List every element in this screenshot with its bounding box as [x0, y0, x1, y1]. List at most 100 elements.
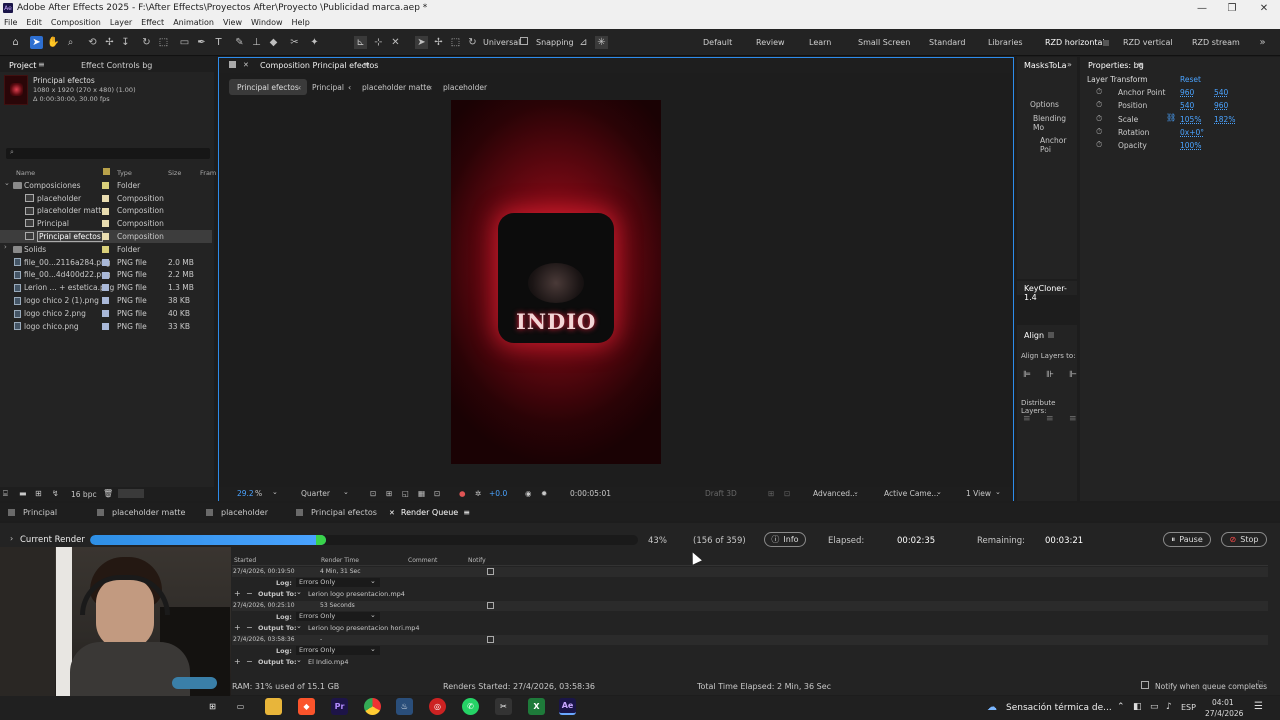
link-icon[interactable]: ⛓ [1166, 113, 1176, 122]
label-color-swatch[interactable] [102, 284, 109, 292]
tab-render-queue[interactable]: ✕ Render Queue ≡ [389, 508, 470, 517]
log-select[interactable]: Errors Only [296, 578, 380, 587]
reset-button[interactable]: Reset [1180, 75, 1201, 84]
lock-icon[interactable] [229, 61, 236, 68]
layer-transform-heading[interactable]: Layer Transform [1087, 75, 1148, 84]
project-item-row[interactable]: logo chico 2.png PNG file 40 KB [0, 307, 212, 320]
tab-effect-controls[interactable]: Effect Controls bg [81, 61, 152, 70]
project-item-row[interactable]: logo chico.png PNG file 33 KB [0, 320, 212, 333]
property-value[interactable]: 100% [1180, 141, 1201, 150]
3d-ground-plane-icon[interactable]: ⊞ [768, 489, 774, 498]
puppet-tool-icon[interactable]: ✦ [308, 36, 321, 49]
render-queue-menu-icon[interactable]: ≡ [463, 508, 470, 517]
project-menu-icon[interactable]: ≡ [38, 60, 45, 69]
tab-composition[interactable]: Composition Principal efectos [260, 61, 378, 70]
rectangle-tool-icon[interactable]: ▭ [178, 36, 191, 49]
property-value[interactable]: 105% [1180, 115, 1201, 124]
label-color-swatch[interactable] [102, 182, 109, 189]
interpret-footage-icon[interactable]: ⌸ [3, 489, 8, 499]
chevron-down-icon[interactable]: ⌄ [853, 488, 859, 496]
hand-tool-icon[interactable]: ✋ [47, 36, 60, 49]
pause-button[interactable]: ⏸ Pause [1163, 532, 1211, 547]
chrome-icon[interactable] [364, 698, 381, 715]
chevron-down-icon[interactable]: ⌄ [370, 645, 376, 653]
add-output-icon[interactable]: + [234, 623, 241, 632]
project-item-row[interactable]: Principal Composition [0, 217, 212, 230]
label-color-swatch[interactable] [102, 194, 109, 202]
type-tool-icon[interactable]: T [212, 36, 225, 49]
eraser-tool-icon[interactable]: ◆ [267, 36, 280, 49]
workspace-standard[interactable]: Standard [929, 38, 965, 47]
workspace-review[interactable]: Review [756, 38, 785, 47]
composition-canvas[interactable]: INDIO [451, 100, 661, 464]
steam-icon[interactable]: ♨ [396, 698, 413, 715]
header-notify[interactable]: Notify [468, 557, 486, 564]
notifications-icon[interactable]: ☰ [1254, 701, 1263, 712]
property-value[interactable]: 540 [1214, 88, 1228, 97]
tab-project[interactable]: Project [9, 61, 36, 70]
roto-brush-tool-icon[interactable]: ✂ [288, 36, 301, 49]
selection-tool-icon[interactable]: ➤ [30, 36, 43, 49]
zoom-value[interactable]: 29.2 [237, 489, 254, 498]
log-select[interactable]: Errors Only [296, 646, 380, 655]
options-label[interactable]: Options [1030, 100, 1059, 109]
mask-path-icon[interactable]: ◱ [402, 489, 409, 498]
tab-masks[interactable]: MasksToLa [1024, 61, 1067, 70]
snapshot-icon[interactable]: ◉ [525, 489, 532, 498]
label-color-swatch[interactable] [102, 233, 109, 241]
breadcrumb-placeholder[interactable]: placeholder [443, 83, 487, 92]
property-value[interactable]: 960 [1214, 101, 1228, 110]
maximize-button[interactable]: ❐ [1216, 0, 1248, 16]
label-color-swatch[interactable] [102, 258, 109, 266]
channel-icon[interactable]: ● [459, 489, 466, 498]
project-item-row[interactable]: file_00...4d400d22.png PNG file 2.2 MB [0, 269, 212, 282]
rotate-3d-icon[interactable]: ↻ [466, 36, 479, 49]
distribute-top-icon[interactable]: ≡ [1023, 414, 1031, 424]
header-comment[interactable]: Comment [408, 557, 437, 564]
align-center-icon[interactable]: ⊪ [1046, 370, 1054, 380]
extended-viewer-icon[interactable]: ⊡ [784, 489, 790, 498]
label-color-swatch[interactable] [102, 207, 109, 215]
whatsapp-icon[interactable]: ✆ [462, 698, 479, 715]
expand-arrow-icon[interactable]: › [10, 534, 13, 543]
label-color-swatch[interactable] [102, 246, 109, 253]
align-right-icon[interactable]: ⊩ [1069, 370, 1077, 380]
comp-menu-icon[interactable]: ≡ [363, 60, 370, 69]
log-select[interactable]: Errors Only [296, 612, 380, 621]
output-file-link[interactable]: Lerion logo presentacion hori.mp4 [308, 624, 420, 632]
clock-date[interactable]: 27/4/2026 [1205, 709, 1243, 718]
tab-align[interactable]: Align [1024, 331, 1044, 340]
stop-button[interactable]: ⊘ Stop [1221, 532, 1267, 547]
breadcrumb-principal[interactable]: Principal [312, 83, 344, 92]
project-item-row[interactable]: logo chico 2 (1).png PNG file 38 KB [0, 294, 212, 307]
file-explorer-icon[interactable] [265, 698, 282, 715]
tab-properties[interactable]: Properties: bg [1088, 61, 1144, 70]
project-item-row[interactable]: Lerion ... + estetica.png PNG file 1.3 MB [0, 281, 212, 294]
distribute-middle-icon[interactable]: ≡ [1046, 414, 1054, 424]
home-icon[interactable]: ⌂ [9, 36, 22, 49]
property-value[interactable]: 0x+0° [1180, 128, 1204, 137]
align-left-icon[interactable]: ⊫ [1023, 370, 1031, 380]
col-size[interactable]: Size [168, 169, 181, 177]
project-item-row[interactable]: placeholder matte Composition [0, 205, 212, 218]
disclosure-triangle-icon[interactable]: ⌄ [4, 179, 10, 187]
task-view-icon[interactable]: ▭ [232, 698, 249, 715]
stopwatch-icon[interactable]: ⏱ [1096, 100, 1102, 110]
delete-icon[interactable]: 🗑 [103, 489, 113, 498]
project-item-row[interactable]: placeholder Composition [0, 192, 212, 205]
notify-checkbox[interactable] [487, 602, 494, 609]
workspace-default[interactable]: Default [703, 38, 732, 47]
project-item-row[interactable]: file_00...2116a284.png PNG file 2.0 MB [0, 256, 212, 269]
new-folder-icon[interactable]: ▬ [19, 489, 27, 498]
remove-output-icon[interactable]: − [246, 589, 253, 598]
menu-layer[interactable]: Layer [110, 18, 132, 27]
render-item-row[interactable]: 27/4/2026, 00:25:10 53 Seconds [232, 601, 1268, 611]
chevron-down-icon[interactable]: ⌄ [272, 488, 278, 496]
local-axis-icon[interactable]: ⊾ [354, 36, 367, 49]
move-3d-icon[interactable]: ✢ [432, 36, 445, 49]
stopwatch-icon[interactable]: ⏱ [1096, 140, 1102, 150]
chevron-down-icon[interactable]: ⌄ [343, 488, 349, 496]
menu-edit[interactable]: Edit [26, 18, 42, 27]
breadcrumb-principal-efectos[interactable]: Principal efectos [229, 79, 307, 95]
notify-checkbox[interactable] [1141, 681, 1149, 689]
